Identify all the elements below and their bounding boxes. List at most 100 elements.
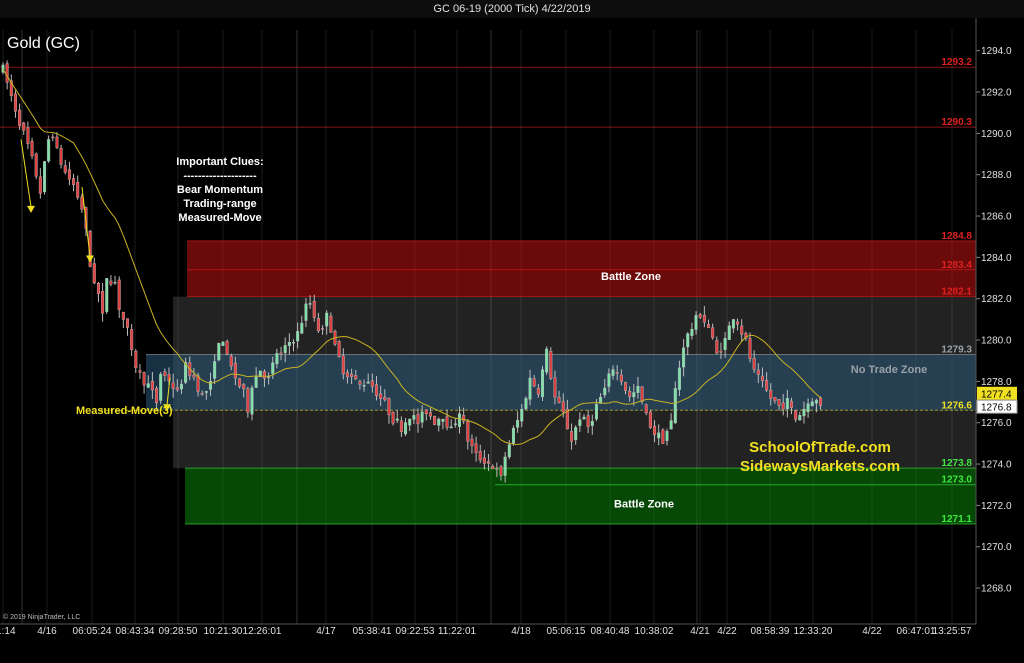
- candle-body: [466, 421, 470, 442]
- candle-body: [715, 340, 719, 354]
- candle-body: [217, 342, 221, 361]
- candle-body: [528, 377, 532, 400]
- candle-body: [192, 374, 196, 378]
- zone-lower-battle-zone: [185, 468, 976, 524]
- clues-divider: --------------------: [183, 170, 257, 182]
- candle-body: [159, 373, 163, 401]
- candle-body: [109, 280, 113, 285]
- candle-body: [341, 355, 345, 375]
- candle-body: [146, 383, 150, 388]
- candle-body: [624, 382, 628, 391]
- candle-body: [503, 456, 507, 476]
- candle-body: [337, 341, 341, 357]
- candle-body: [76, 181, 80, 198]
- current-price-label: 1277.4: [981, 389, 1012, 400]
- zone-label: Battle Zone: [614, 498, 674, 510]
- candle-body: [233, 362, 237, 379]
- candle-body: [669, 420, 673, 430]
- candle-body: [470, 438, 474, 446]
- candle-body: [387, 398, 391, 416]
- price-tick-label: 1274.0: [981, 460, 1012, 471]
- candle-body: [773, 397, 777, 402]
- price-tick-label: 1270.0: [981, 542, 1012, 553]
- candle-body: [34, 153, 38, 177]
- candle-body: [101, 291, 105, 314]
- candle-body: [723, 338, 727, 351]
- chart-title: Gold (GC): [7, 35, 80, 52]
- candle-body: [511, 427, 515, 444]
- candle-body: [47, 139, 51, 162]
- candle-body: [648, 411, 652, 428]
- candle-body: [221, 341, 225, 346]
- candle-body: [424, 409, 428, 414]
- candle-body: [325, 312, 329, 327]
- candle-body: [661, 429, 665, 444]
- time-tick-label: 4/21: [690, 626, 710, 637]
- price-level-label: 1279.3: [941, 345, 972, 356]
- candle-body: [175, 387, 179, 391]
- time-tick-label: 4/22: [717, 626, 737, 637]
- copyright-label: © 2019 NinjaTrader, LLC: [3, 613, 80, 621]
- candle-body: [806, 403, 810, 413]
- candle-body: [640, 386, 644, 402]
- candle-body: [682, 347, 686, 368]
- price-tick-label: 1280.0: [981, 336, 1012, 347]
- candle-body: [404, 422, 408, 435]
- candle-body: [200, 393, 204, 395]
- candle-body: [748, 337, 752, 359]
- time-tick-label: 05:06:15: [547, 626, 586, 637]
- price-tick-label: 1272.0: [981, 501, 1012, 512]
- candle-body: [777, 399, 781, 406]
- candle-body: [130, 329, 134, 350]
- candle-body: [304, 303, 308, 321]
- candle-body: [375, 384, 379, 396]
- candle-body: [308, 303, 312, 305]
- price-level-label: 1290.3: [941, 117, 972, 128]
- candle-body: [345, 372, 349, 378]
- price-tick-label: 1294.0: [981, 46, 1012, 57]
- candle-body: [495, 468, 499, 470]
- time-tick-label: 08:43:34: [116, 626, 155, 637]
- candle-body: [507, 444, 511, 458]
- candle-body: [67, 169, 71, 180]
- candle-body: [711, 327, 715, 338]
- time-tick-label: 4/16: [37, 626, 57, 637]
- candle-body: [134, 350, 138, 368]
- candle-body: [80, 196, 84, 210]
- candle-body: [358, 381, 362, 385]
- candle-body: [163, 371, 167, 376]
- candle-body: [802, 408, 806, 417]
- candle-body: [30, 141, 34, 157]
- candle-body: [790, 400, 794, 408]
- time-tick-label: 06:47:01: [897, 626, 936, 637]
- candle-body: [383, 397, 387, 401]
- candle-body: [238, 378, 242, 387]
- zone-no-trade-zone: [146, 354, 976, 411]
- candle-body: [38, 176, 42, 194]
- clues-box: Important Clues: -------------------- Be…: [176, 156, 263, 224]
- candle-body: [615, 372, 619, 374]
- candle-body: [362, 385, 366, 387]
- price-level-label: 1276.6: [941, 400, 972, 411]
- candle-body: [399, 420, 403, 432]
- price-level-label: 1282.1: [941, 287, 972, 298]
- candle-body: [287, 342, 291, 346]
- candle-body: [229, 355, 233, 367]
- candle-body: [553, 377, 557, 398]
- time-tick-label: 05:38:41: [353, 626, 392, 637]
- candle-body: [578, 419, 582, 426]
- zone-layer: Battle Zone No Trade Zone Battle Zone: [146, 240, 976, 524]
- time-tick-label: 4/22: [862, 626, 882, 637]
- candle-body: [43, 161, 47, 193]
- candle-body: [150, 380, 154, 391]
- candle-body: [26, 127, 30, 144]
- candle-body: [632, 392, 636, 398]
- price-level-label: 1273.0: [941, 475, 972, 486]
- price-level-label: 1284.8: [941, 231, 972, 242]
- candle-body: [225, 341, 229, 355]
- candle-body: [731, 319, 735, 329]
- candle-body: [171, 382, 175, 389]
- gold-price-chart[interactable]: Battle Zone No Trade Zone Battle Zone 1293…: [0, 0, 1024, 663]
- candle-body: [96, 283, 100, 294]
- candle-body: [300, 322, 304, 334]
